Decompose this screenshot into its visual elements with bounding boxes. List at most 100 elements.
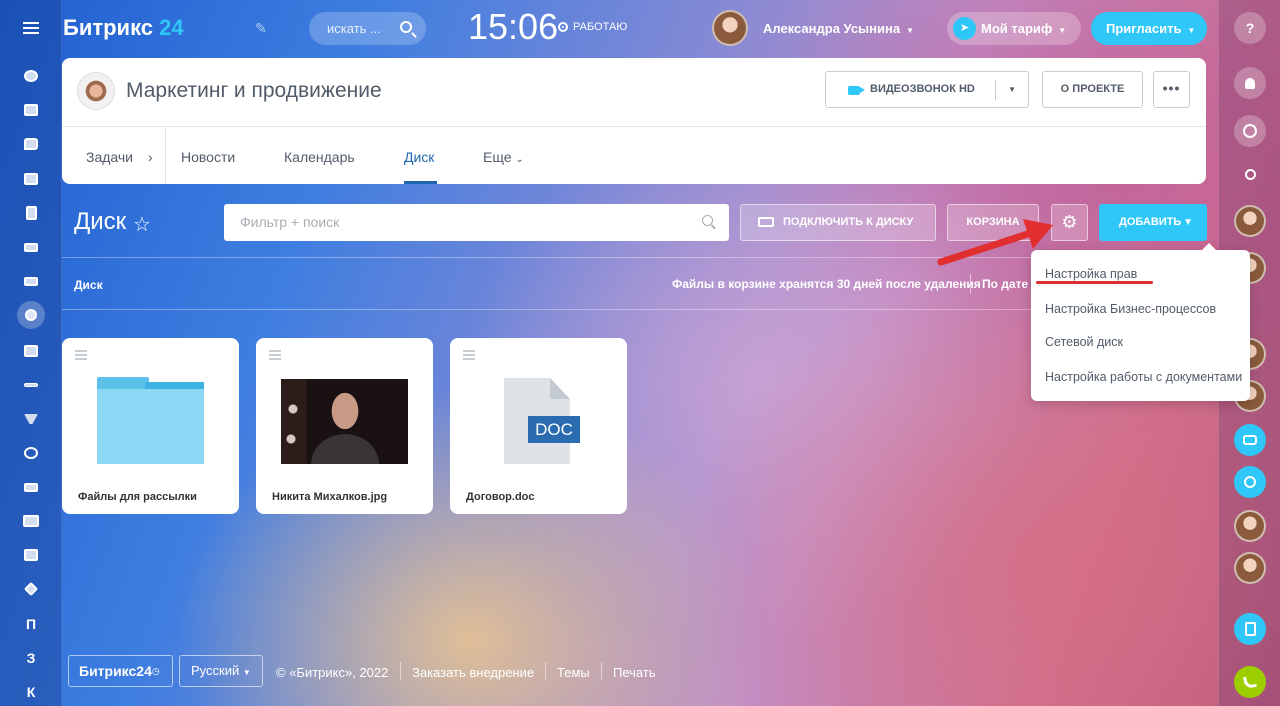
chevron-down-icon: ⌄ — [515, 154, 524, 165]
sidebar-letter-p[interactable]: П — [17, 610, 45, 638]
divider — [165, 127, 166, 184]
tab-more[interactable]: Еще ⌄ — [483, 149, 524, 165]
pencil-icon[interactable]: ✎ — [255, 20, 267, 37]
drag-handle-icon[interactable] — [269, 350, 281, 362]
notifications-icon[interactable] — [1234, 67, 1266, 99]
file-name: Договор.doc — [466, 491, 535, 503]
groups-icon[interactable] — [17, 301, 45, 329]
menu-item-access-rights[interactable]: Настройка прав — [1045, 267, 1137, 281]
drive-icon[interactable] — [17, 233, 45, 261]
copyright: © «Битрикс», 2022 — [276, 665, 389, 680]
connect-disk-button[interactable]: ПОДКЛЮЧИТЬ К ДИСКУ — [740, 204, 936, 241]
video-call-button[interactable]: ВИДЕОЗВОНОК HD ▼ — [825, 71, 1029, 108]
drag-handle-icon[interactable] — [75, 350, 87, 362]
sort-dropdown[interactable]: По дате — [982, 277, 1028, 291]
image-thumbnail — [281, 379, 408, 464]
file-tile-folder[interactable]: Файлы для рассылки — [62, 338, 239, 514]
app-logo[interactable]: Битрикс 24 — [63, 15, 184, 41]
contact-avatar[interactable] — [1234, 552, 1266, 584]
filter-placeholder: Фильтр + поиск — [240, 214, 340, 230]
drag-handle-icon[interactable] — [463, 350, 475, 362]
work-status[interactable]: РАБОТАЮ — [558, 21, 627, 33]
user-schedule-icon[interactable] — [1234, 466, 1266, 498]
order-implementation-link[interactable]: Заказать внедрение — [412, 665, 534, 680]
open-lines-icon[interactable] — [1234, 613, 1266, 645]
tab-calendar[interactable]: Календарь — [284, 149, 355, 165]
chevron-right-icon[interactable]: › — [148, 149, 153, 165]
menu-item-network-drive[interactable]: Сетевой диск — [1045, 335, 1123, 349]
chevron-down-icon: ▼ — [1187, 26, 1196, 35]
star-icon[interactable]: ☆ — [133, 212, 151, 237]
chevron-down-icon[interactable]: ▼ — [1008, 72, 1016, 107]
tariff-button[interactable]: ➤ Мой тариф ▼ — [947, 12, 1081, 45]
chevron-down-icon: ▼ — [906, 26, 914, 35]
contact-avatar[interactable] — [1234, 510, 1266, 542]
divider — [400, 662, 401, 680]
file-tile-doc[interactable]: DOC Договор.doc — [450, 338, 627, 514]
box-icon[interactable] — [17, 575, 45, 603]
messenger-icon[interactable] — [1234, 115, 1266, 147]
filter-search-input[interactable]: Фильтр + поиск — [224, 204, 729, 241]
chevron-down-icon: ▼ — [1058, 26, 1067, 35]
more-button[interactable]: ••• — [1153, 71, 1190, 108]
sidebar-letter-k[interactable]: К — [17, 678, 45, 706]
menu-item-business-processes[interactable]: Настройка Бизнес-процессов — [1045, 302, 1216, 316]
chat-icon[interactable] — [17, 130, 45, 158]
project-avatar[interactable] — [77, 72, 115, 110]
calendar-icon[interactable] — [17, 165, 45, 193]
gear-icon[interactable]: ⚙ — [1051, 204, 1088, 241]
robot-icon[interactable] — [17, 541, 45, 569]
user-avatar[interactable] — [712, 10, 748, 46]
about-project-button[interactable]: О ПРОЕКТЕ — [1042, 71, 1143, 108]
invite-button[interactable]: Пригласить ▼ — [1091, 12, 1207, 45]
language-select[interactable]: Русский ▼ — [179, 655, 263, 687]
cart-icon[interactable] — [17, 473, 45, 501]
active-tab-indicator — [404, 181, 437, 184]
divider — [601, 662, 602, 680]
help-icon[interactable]: ? — [1234, 12, 1266, 44]
feed-icon[interactable] — [17, 62, 45, 90]
file-tile-image[interactable]: Никита Михалков.jpg — [256, 338, 433, 514]
tab-label: Задачи — [86, 149, 134, 165]
search-icon[interactable] — [1234, 158, 1266, 190]
camera-icon — [848, 86, 865, 95]
signature-icon[interactable] — [17, 371, 45, 399]
menu-item-document-settings[interactable]: Настройка работы с документами — [1045, 370, 1242, 384]
menu-icon[interactable] — [17, 14, 45, 42]
contact-avatar[interactable] — [1234, 205, 1266, 237]
chevron-down-icon: ▼ — [242, 668, 251, 677]
status-icon — [558, 22, 568, 32]
user-menu[interactable]: Александра Усынина ▼ — [763, 21, 914, 36]
tab-news[interactable]: Новости — [181, 149, 235, 165]
divider — [970, 274, 971, 294]
tab-disk[interactable]: Диск — [404, 149, 434, 165]
checklist-icon[interactable] — [17, 337, 45, 365]
documents-icon[interactable] — [17, 199, 45, 227]
funnel-icon[interactable] — [17, 405, 45, 433]
invite-label: Пригласить — [1106, 21, 1182, 36]
language-label: Русский — [191, 663, 240, 678]
logo-number: 24 — [159, 15, 184, 40]
tasks-icon[interactable] — [17, 96, 45, 124]
project-card: Маркетинг и продвижение ВИДЕОЗВОНОК HD ▼… — [62, 58, 1206, 184]
phone-icon[interactable] — [1234, 666, 1266, 698]
add-button[interactable]: ДОБАВИТЬ ▼ — [1099, 204, 1207, 241]
target-icon[interactable] — [17, 439, 45, 467]
clock[interactable]: 15:06 — [468, 6, 558, 48]
sidebar-letter-z[interactable]: З — [17, 644, 45, 672]
hard-drive-icon — [758, 217, 774, 227]
tab-tasks[interactable]: Задачи — [86, 149, 133, 165]
print-link[interactable]: Печать — [613, 665, 656, 680]
themes-link[interactable]: Темы — [557, 665, 590, 680]
settings-menu: Настройка прав Настройка Бизнес-процессо… — [1031, 243, 1250, 401]
mail-icon[interactable] — [17, 267, 45, 295]
global-search-input[interactable]: искать ... — [309, 12, 426, 45]
footer-logo[interactable]: Битрикс24◷ — [68, 655, 173, 687]
contact-card-icon[interactable] — [17, 507, 45, 535]
group-chat-icon[interactable] — [1234, 424, 1266, 456]
clock-icon: ◷ — [151, 666, 160, 676]
left-sidebar: П З К — [0, 0, 62, 706]
status-label: РАБОТАЮ — [573, 21, 628, 33]
footer-logo-text: Битрикс24 — [79, 663, 152, 679]
breadcrumb[interactable]: Диск — [74, 278, 103, 292]
